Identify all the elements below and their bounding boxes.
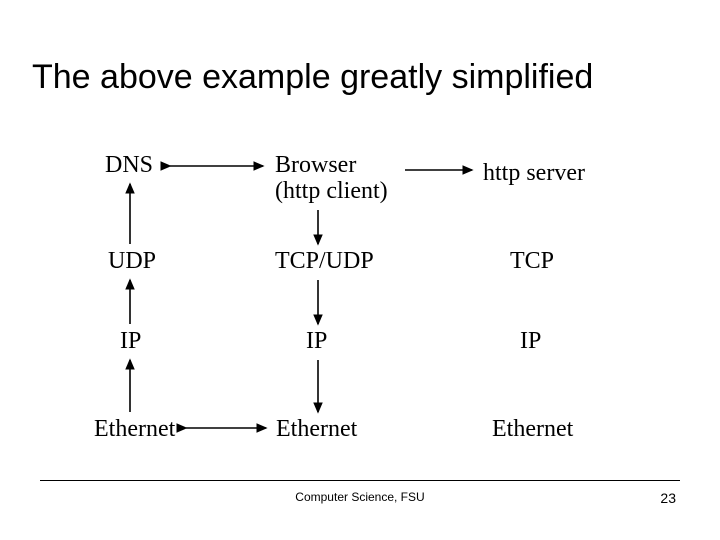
node-ip-left: IP xyxy=(120,328,141,354)
footer-divider xyxy=(40,480,680,481)
node-tcp: TCP xyxy=(510,248,554,274)
node-eth-left: Ethernet xyxy=(94,416,175,442)
footer-page-number: 23 xyxy=(660,490,676,506)
node-eth-mid: Ethernet xyxy=(276,416,357,442)
node-ip-right: IP xyxy=(520,328,541,354)
node-browser-line2: (http client) xyxy=(275,178,388,204)
node-eth-right: Ethernet xyxy=(492,416,573,442)
node-browser-line1: Browser xyxy=(275,152,356,178)
node-dns: DNS xyxy=(105,152,153,178)
node-ip-mid: IP xyxy=(306,328,327,354)
node-tcpudp: TCP/UDP xyxy=(275,248,374,274)
slide-title: The above example greatly simplified xyxy=(32,58,593,97)
node-udp: UDP xyxy=(108,248,156,274)
footer-center-text: Computer Science, FSU xyxy=(0,490,720,504)
node-http-server: http server xyxy=(483,160,585,186)
